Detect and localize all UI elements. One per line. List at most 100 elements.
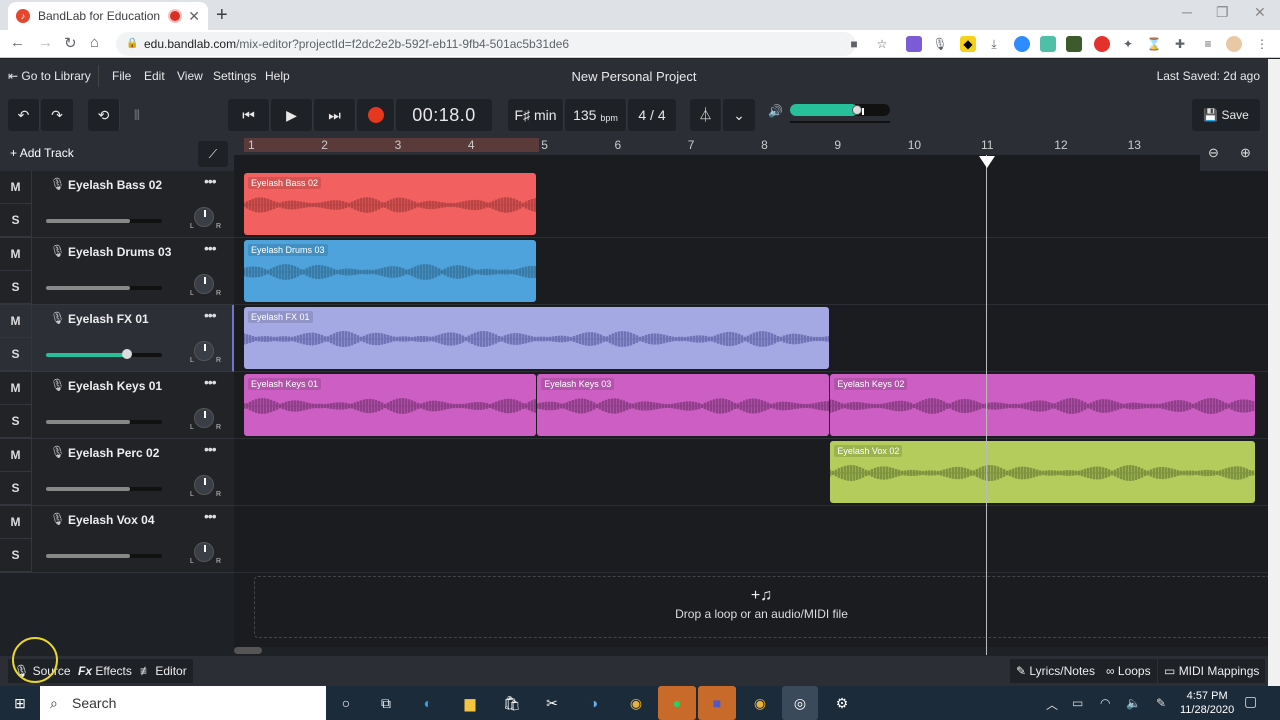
playhead-handle[interactable] <box>979 156 995 168</box>
home-icon[interactable]: ⌂ <box>90 34 99 51</box>
new-tab-button[interactable]: + <box>216 4 228 27</box>
track-name[interactable]: Eyelash Drums 03 <box>68 245 171 259</box>
maximize-icon[interactable]: ❐ <box>1216 4 1229 21</box>
skip-back-button[interactable]: ⏮ <box>228 99 270 131</box>
midi-mappings-button[interactable]: ▭ MIDI Mappings <box>1158 659 1266 683</box>
zoom-out-icon[interactable]: ⊖ <box>1208 145 1219 161</box>
pan-knob[interactable] <box>194 542 214 562</box>
audio-clip[interactable]: Eyelash Keys 01 <box>244 374 537 436</box>
taskbar-search[interactable]: ⌕ Search <box>40 686 326 720</box>
store-icon[interactable]: 🛍 <box>500 691 524 715</box>
zoom-icon[interactable] <box>1014 36 1030 52</box>
automation-button[interactable]: ⟋ <box>198 141 228 167</box>
track-name[interactable]: Eyelash Bass 02 <box>68 178 162 192</box>
solo-button[interactable]: S <box>0 204 32 237</box>
profile-avatar[interactable] <box>1226 36 1242 52</box>
menu-settings[interactable]: Settings <box>213 69 256 83</box>
playlist-icon[interactable]: ≡ <box>1200 36 1216 52</box>
recorder-icon[interactable]: ◎ <box>782 686 818 720</box>
horizontal-scroll-thumb[interactable] <box>234 647 262 654</box>
snip-icon[interactable]: ✂ <box>540 691 564 715</box>
yellow-ext-icon[interactable]: ◆ <box>960 36 976 52</box>
mute-button[interactable]: M <box>0 171 32 204</box>
add-track-button[interactable]: + Add Track <box>10 146 74 160</box>
stop-icon[interactable] <box>1094 36 1110 52</box>
metronome-button[interactable]: ⏃ <box>690 99 722 131</box>
track-options-icon[interactable]: ••• <box>204 374 217 390</box>
notifications-icon[interactable]: ▢ <box>1244 693 1257 710</box>
solo-button[interactable]: S <box>0 338 32 371</box>
windows-start-icon[interactable]: ⊞ <box>8 691 32 715</box>
solo-button[interactable]: S <box>0 539 32 572</box>
menu-help[interactable]: Help <box>265 69 290 83</box>
settings-gear-icon[interactable]: ⚙ <box>830 691 854 715</box>
volume-icon[interactable]: 🔈 <box>1126 696 1141 710</box>
audio-clip[interactable]: Eyelash FX 01 <box>244 307 830 369</box>
pan-knob[interactable] <box>194 408 214 428</box>
drop-zone[interactable]: +♫ Drop a loop or an audio/MIDI file <box>254 576 1268 638</box>
menu-file[interactable]: File <box>112 69 131 83</box>
track-header[interactable]: M S 🎙 Eyelash Keys 01 ••• L R <box>0 372 234 439</box>
effects-tab[interactable]: Fx Effects <box>72 659 138 683</box>
track-name[interactable]: Eyelash Vox 04 <box>68 513 155 527</box>
mute-button[interactable]: M <box>0 439 32 472</box>
track-name[interactable]: Eyelash Keys 01 <box>68 379 162 393</box>
save-button[interactable]: 💾 Save <box>1192 99 1260 131</box>
page-scrollbar[interactable] <box>1268 59 1280 686</box>
edge-icon[interactable]: ◐ <box>416 691 440 715</box>
mute-button[interactable]: M <box>0 238 32 271</box>
solo-button[interactable]: S <box>0 472 32 505</box>
loop-button[interactable]: ⟲ <box>88 99 120 131</box>
loops-button[interactable]: ∞ Loops <box>1100 659 1157 683</box>
puzzle-icon[interactable]: ✚ <box>1172 36 1188 52</box>
star-icon[interactable]: ☆ <box>874 36 890 52</box>
audio-clip[interactable]: Eyelash Vox 02 <box>830 441 1255 503</box>
timeline-ruler[interactable]: 1 2 3 4 5 6 7 8 9 10 11 12 13 <box>234 135 1200 155</box>
hourglass-icon[interactable]: ⌛ <box>1146 36 1162 52</box>
minimize-icon[interactable]: ─ <box>1182 4 1192 20</box>
track-volume-slider[interactable] <box>46 349 162 359</box>
track-options-icon[interactable]: ••• <box>204 240 217 256</box>
track-name[interactable]: Eyelash Perc 02 <box>68 446 159 460</box>
pan-knob[interactable] <box>194 475 214 495</box>
back-icon[interactable]: ← <box>10 34 25 51</box>
track-header[interactable]: M S 🎙 Eyelash FX 01 ••• L R <box>0 305 234 372</box>
forward-icon[interactable]: → <box>38 34 53 51</box>
redo-button[interactable]: ↷ <box>41 99 73 131</box>
audio-clip[interactable]: Eyelash Bass 02 <box>244 173 537 235</box>
browser-tab[interactable]: ♪ BandLab for Education | FREE ✕ <box>8 2 208 30</box>
mute-button[interactable]: M <box>0 506 32 539</box>
close-window-icon[interactable]: ✕ <box>1254 4 1266 21</box>
solo-button[interactable]: S <box>0 271 32 304</box>
record-button[interactable] <box>357 99 395 131</box>
tempo-selector[interactable]: 135 bpm <box>565 99 627 131</box>
mute-button[interactable]: M <box>0 305 32 338</box>
menu-view[interactable]: View <box>177 69 203 83</box>
close-tab-icon[interactable]: ✕ <box>188 8 200 25</box>
pan-knob[interactable] <box>194 341 214 361</box>
track-header[interactable]: M S 🎙 Eyelash Perc 02 ••• L R <box>0 439 234 506</box>
color-wheel-icon[interactable] <box>906 36 922 52</box>
skip-forward-button[interactable]: ⏭ <box>314 99 356 131</box>
menu-edit[interactable]: Edit <box>144 69 165 83</box>
tray-chevron-icon[interactable]: ︿ <box>1046 696 1058 713</box>
microphone-icon[interactable]: 🎙 <box>932 36 948 52</box>
pan-knob[interactable] <box>194 207 214 227</box>
spotify-icon[interactable]: ● <box>658 686 696 720</box>
master-volume-handle[interactable] <box>852 105 864 115</box>
app-icon[interactable]: ◑ <box>582 691 606 715</box>
undo-button[interactable]: ↶ <box>8 99 40 131</box>
teams-icon[interactable]: ■ <box>698 686 736 720</box>
mute-button[interactable]: M <box>0 372 32 405</box>
track-volume-slider[interactable] <box>46 554 162 558</box>
chrome-profile-icon[interactable]: ◉ <box>748 691 772 715</box>
wifi-icon[interactable]: ◠ <box>1100 696 1110 710</box>
play-button[interactable]: ▶ <box>271 99 313 131</box>
metronome-options-button[interactable]: ⌄ <box>723 99 755 131</box>
split-button[interactable]: ⫴ <box>121 99 153 131</box>
url-input[interactable]: 🔒 edu.bandlab.com/mix-editor?projectId=f… <box>116 32 856 56</box>
party-icon[interactable]: ✦ <box>1120 36 1136 52</box>
file-explorer-icon[interactable]: ▆ <box>458 691 482 715</box>
taskbar-clock[interactable]: 4:57 PM 11/28/2020 <box>1180 689 1234 717</box>
screencast-icon[interactable] <box>1040 36 1056 52</box>
